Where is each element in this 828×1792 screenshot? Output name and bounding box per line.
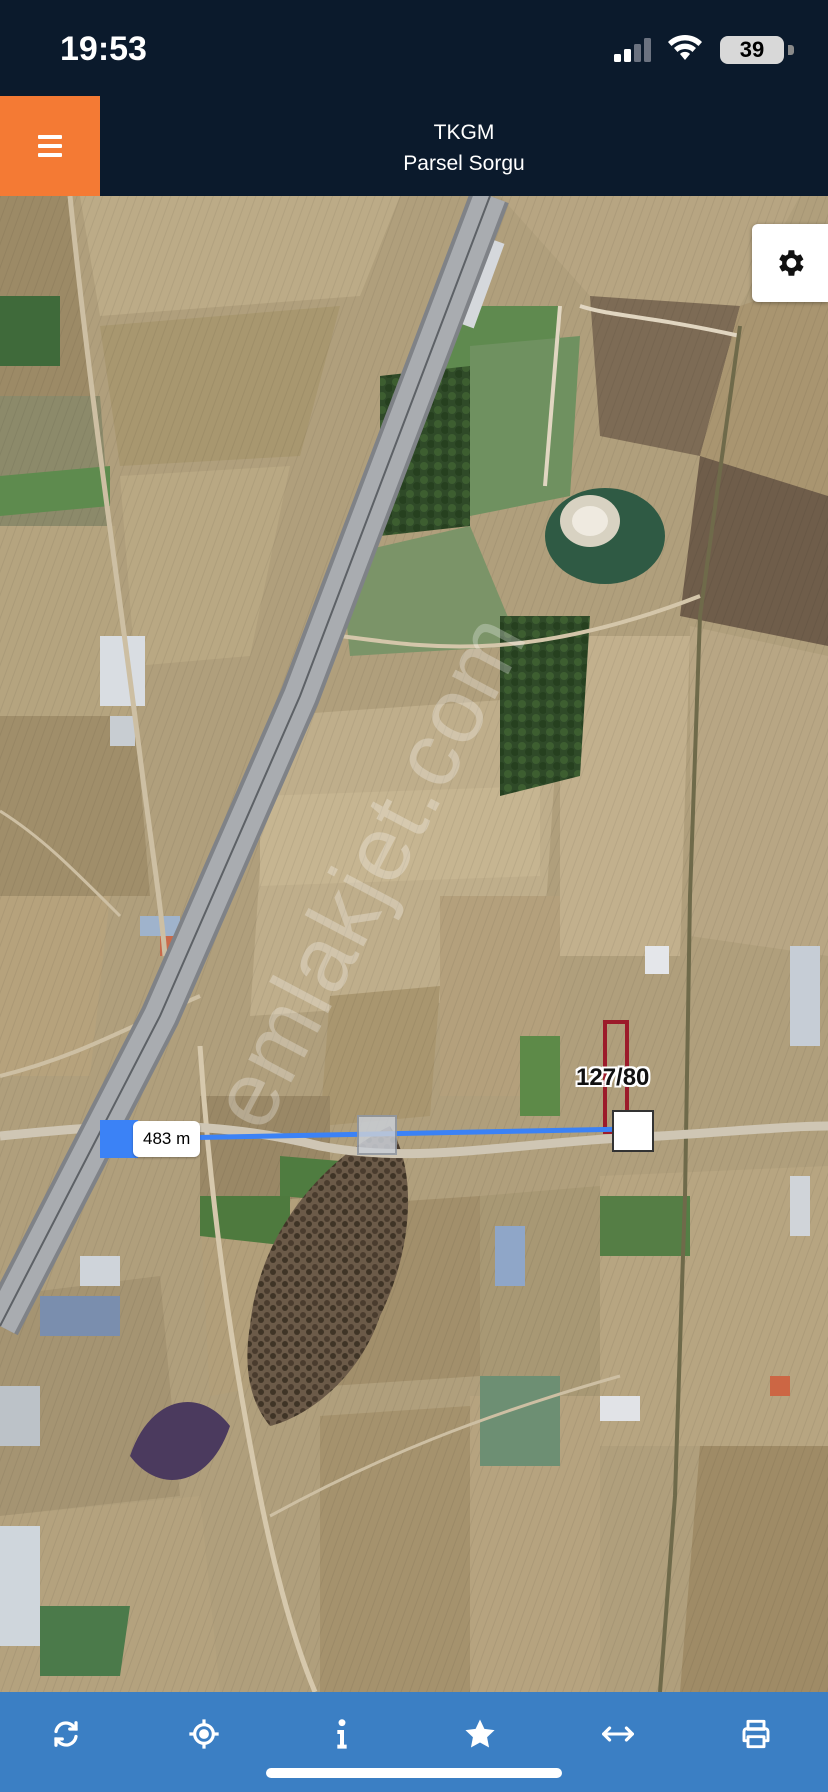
cellular-signal-icon (614, 38, 651, 62)
settings-button[interactable] (752, 224, 828, 302)
info-icon (337, 1719, 347, 1749)
print-icon (742, 1719, 770, 1749)
info-button[interactable] (312, 1710, 372, 1758)
battery-icon: 39 (720, 36, 794, 64)
page-subtitle: Parsel Sorgu (403, 152, 525, 175)
satellite-map[interactable]: emlakjet.com 127/80 483 m (0, 196, 828, 1692)
measure-midpoint-handle[interactable] (357, 1115, 397, 1155)
status-icons: 39 (594, 34, 794, 66)
gear-icon (779, 250, 804, 276)
measure-end-handle[interactable] (612, 1110, 654, 1152)
locate-button[interactable] (174, 1710, 234, 1758)
refresh-button[interactable] (36, 1710, 96, 1758)
status-time: 19:53 (60, 30, 147, 68)
measure-icon (602, 1726, 634, 1742)
print-button[interactable] (726, 1710, 786, 1758)
parcel-number-label: 127/80 (576, 1064, 650, 1091)
locate-icon (189, 1719, 219, 1749)
distance-label: 483 m (133, 1121, 201, 1157)
battery-level: 39 (720, 36, 784, 64)
favorite-button[interactable] (450, 1710, 510, 1758)
star-icon (465, 1719, 495, 1748)
app-header: TKGM Parsel Sorgu (0, 96, 828, 196)
map-imagery (0, 196, 828, 1692)
refresh-icon (54, 1721, 78, 1747)
home-indicator[interactable] (266, 1768, 562, 1778)
wifi-icon (668, 34, 702, 60)
page-title: TKGM (433, 121, 495, 144)
status-bar: 19:53 39 (0, 0, 828, 96)
measure-button[interactable] (588, 1710, 648, 1758)
menu-button[interactable] (0, 96, 100, 196)
header-title-group: TKGM Parsel Sorgu (100, 118, 828, 180)
hamburger-icon (38, 135, 62, 139)
